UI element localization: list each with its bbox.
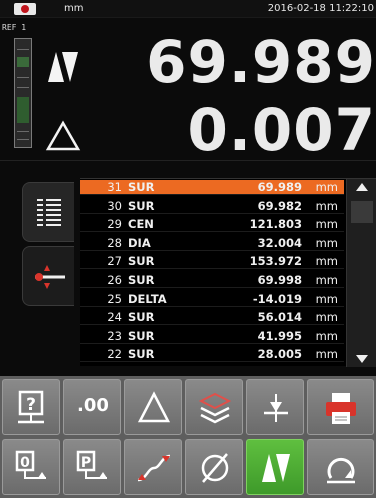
- rotation-button[interactable]: [307, 439, 374, 495]
- probe-zero-button[interactable]: [246, 379, 304, 435]
- reference-preset-button[interactable]: P: [63, 439, 121, 495]
- row-unit: mm: [315, 198, 338, 213]
- row-unit: mm: [315, 254, 338, 269]
- row-value: 69.982: [257, 198, 302, 213]
- row-type: SUR: [128, 254, 155, 269]
- help-probe-button[interactable]: ?: [2, 379, 60, 435]
- row-type: SUR: [128, 198, 155, 213]
- row-type: DELTA: [128, 291, 167, 306]
- main-readout: 69.989: [146, 28, 376, 96]
- row-unit: mm: [315, 328, 338, 343]
- scroll-thumb[interactable]: [351, 201, 373, 223]
- row-value: 69.989: [257, 180, 302, 194]
- printer-icon: [326, 393, 356, 424]
- row-unit: mm: [315, 291, 338, 306]
- row-value: 32.004: [257, 235, 302, 250]
- print-button[interactable]: [307, 379, 374, 435]
- reference-zero-icon: 0: [15, 450, 46, 479]
- measurement-list[interactable]: 31 SUR 69.989 mm 30 SUR 69.982 mm 29 CEN 121.803 mm…: [80, 178, 376, 367]
- tab-list-view[interactable]: [22, 182, 74, 242]
- list-icon: [37, 199, 61, 227]
- row-number: 26: [107, 273, 122, 287]
- row-unit: mm: [315, 235, 338, 250]
- decimals-button[interactable]: .00: [63, 379, 121, 435]
- height-mode-icon: [44, 48, 82, 94]
- row-value: 69.998: [257, 273, 302, 287]
- level-bar: [14, 38, 32, 148]
- row-value: -14.019: [252, 291, 302, 306]
- row-value: 28.005: [257, 347, 302, 362]
- curve-button[interactable]: [124, 439, 182, 495]
- svg-text:?: ?: [26, 395, 36, 415]
- row-value: 41.995: [257, 328, 302, 343]
- divider: [0, 160, 376, 161]
- row-number: 30: [107, 198, 122, 213]
- row-value: 121.803: [249, 217, 302, 232]
- help-probe-icon: ?: [18, 390, 44, 424]
- delta-symbol-icon: [45, 120, 81, 160]
- row-number: 29: [107, 217, 122, 232]
- measurement-row[interactable]: 22 SUR 28.005 mm: [80, 347, 344, 363]
- curve-icon: [137, 454, 171, 482]
- layers-button[interactable]: [185, 379, 243, 435]
- row-number: 24: [107, 310, 122, 325]
- row-type: SUR: [128, 310, 155, 325]
- measurement-row[interactable]: 28 DIA 32.004 mm: [80, 236, 344, 251]
- diameter-button[interactable]: [185, 439, 243, 495]
- datetime: 2016-02-18 11:22:10: [267, 3, 374, 14]
- measurement-row-selected[interactable]: 31 SUR 69.989 mm: [80, 180, 344, 195]
- row-unit: mm: [315, 347, 338, 362]
- measurement-row[interactable]: 24 SUR 56.014 mm: [80, 310, 344, 326]
- row-unit: mm: [315, 310, 338, 325]
- list-scrollbar[interactable]: [346, 179, 376, 367]
- row-type: SUR: [128, 347, 155, 362]
- reference-preset-icon: P: [76, 450, 107, 479]
- row-number: 31: [107, 180, 122, 194]
- height-mode-button[interactable]: [246, 439, 304, 495]
- unit-indicator: mm: [64, 3, 84, 14]
- toolbar: ? .00 0 P: [0, 376, 376, 498]
- row-unit: mm: [315, 273, 338, 287]
- measurement-row[interactable]: 23 SUR 41.995 mm: [80, 329, 344, 344]
- svg-text:P: P: [81, 455, 91, 471]
- diameter-icon: [201, 453, 229, 483]
- row-number: 27: [107, 254, 122, 269]
- decimals-label: .00: [77, 395, 109, 416]
- row-type: SUR: [128, 328, 155, 343]
- position-slider-icon: [35, 265, 65, 289]
- measurement-row[interactable]: 29 CEN 121.803 mm: [80, 217, 344, 233]
- rotation-icon: [327, 457, 355, 484]
- probe-down-icon: [264, 394, 288, 422]
- row-number: 23: [107, 328, 122, 343]
- status-bar: mm 2016-02-18 11:22:10: [0, 0, 376, 18]
- up-down-arrows-icon: [262, 454, 290, 482]
- delta-icon: [137, 391, 171, 423]
- svg-text:0: 0: [20, 455, 30, 471]
- row-unit: mm: [315, 217, 338, 232]
- tab-position-view[interactable]: [22, 246, 74, 306]
- scroll-down-icon[interactable]: [356, 355, 368, 363]
- brand-logo: [14, 3, 36, 15]
- row-value: 153.972: [249, 254, 302, 269]
- row-number: 22: [107, 347, 122, 362]
- row-number: 25: [107, 291, 122, 306]
- scroll-up-icon[interactable]: [356, 183, 368, 191]
- reference-label: REF 1: [2, 23, 27, 32]
- measurement-row[interactable]: 26 SUR 69.998 mm: [80, 273, 344, 288]
- measurement-row[interactable]: 27 SUR 153.972 mm: [80, 254, 344, 270]
- row-type: SUR: [128, 180, 155, 194]
- row-type: SUR: [128, 273, 155, 287]
- delta-readout: 0.007: [187, 96, 376, 164]
- measurement-row[interactable]: 25 DELTA -14.019 mm: [80, 292, 344, 307]
- row-value: 56.014: [257, 310, 302, 325]
- row-unit: mm: [315, 180, 338, 194]
- reference-zero-button[interactable]: 0: [2, 439, 60, 495]
- side-tabs: [0, 172, 80, 372]
- row-type: DIA: [128, 235, 151, 250]
- layers-icon: [198, 392, 232, 424]
- row-number: 28: [107, 235, 122, 250]
- delta-button[interactable]: [124, 379, 182, 435]
- row-type: CEN: [128, 217, 154, 232]
- measurement-row[interactable]: 30 SUR 69.982 mm: [80, 199, 344, 214]
